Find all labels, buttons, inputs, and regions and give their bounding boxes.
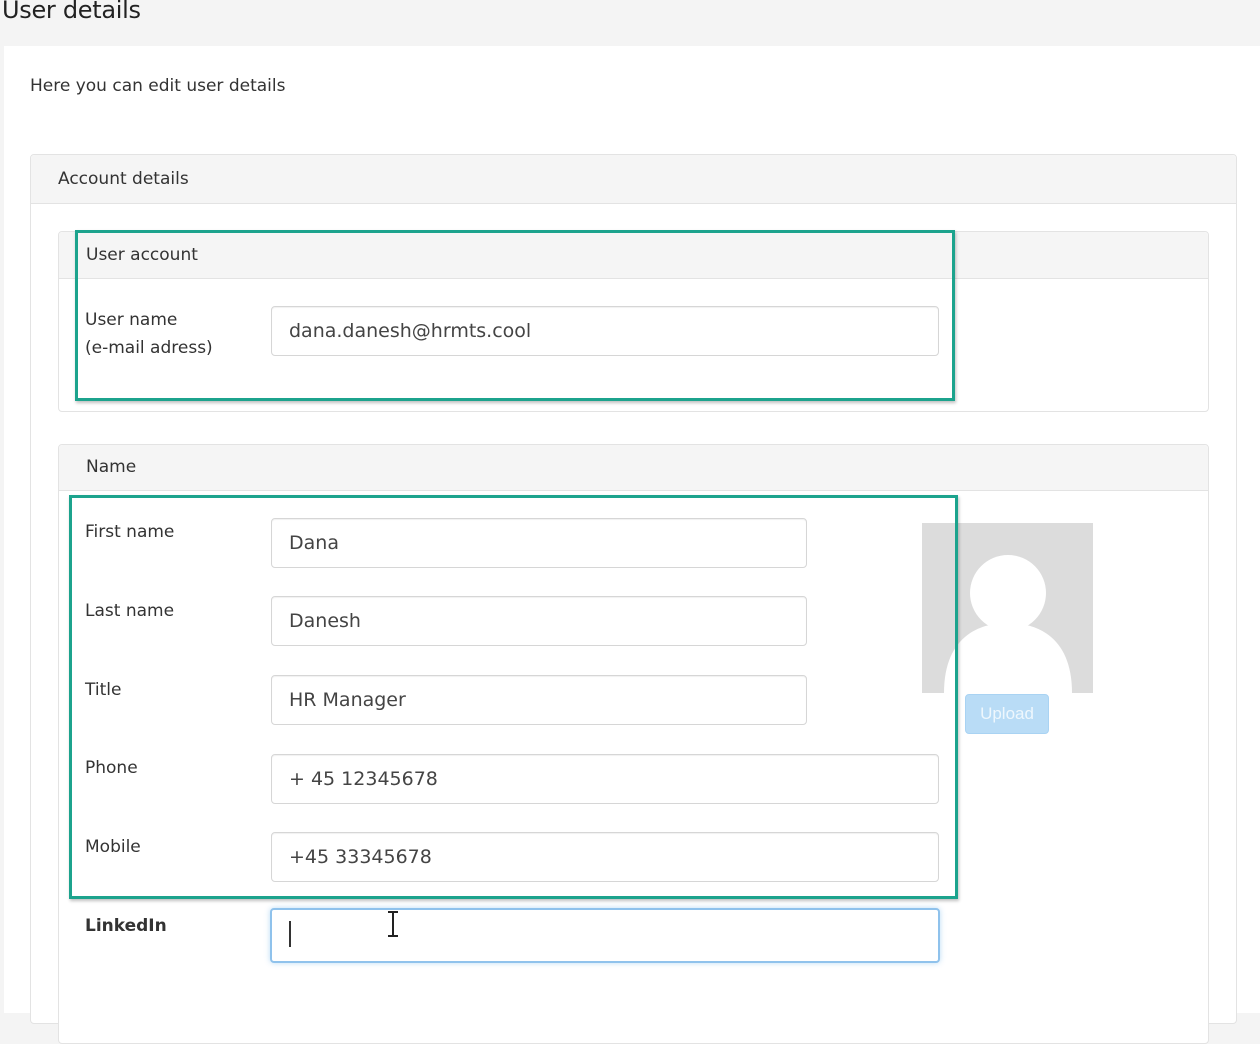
- first-name-value: Dana: [289, 532, 339, 554]
- user-silhouette-icon: [944, 555, 1072, 693]
- upload-button[interactable]: Upload: [965, 694, 1049, 734]
- last-name-value: Danesh: [289, 610, 361, 632]
- input-caret: [289, 921, 291, 947]
- user-account-heading: User account: [59, 232, 1208, 279]
- phone-value: + 45 12345678: [289, 768, 438, 790]
- linkedin-label: LinkedIn: [85, 916, 167, 936]
- username-label-line2: (e-mail adress): [85, 338, 213, 358]
- username-label: User name (e-mail adress): [85, 306, 213, 362]
- linkedin-input[interactable]: [270, 908, 940, 963]
- title-value: HR Manager: [289, 689, 406, 711]
- avatar[interactable]: [922, 523, 1093, 693]
- first-name-input[interactable]: Dana: [271, 518, 807, 568]
- last-name-label: Last name: [85, 601, 175, 621]
- title-label: Title: [85, 680, 122, 700]
- name-heading: Name: [59, 445, 1208, 491]
- content-area: Here you can edit user details Account d…: [4, 46, 1260, 1044]
- text-cursor-icon: [388, 911, 398, 937]
- mobile-value: +45 33345678: [289, 846, 432, 868]
- account-details-heading: Account details: [31, 155, 1236, 204]
- page-title: User details: [2, 0, 141, 24]
- username-input[interactable]: dana.danesh@hrmts.cool: [271, 306, 939, 356]
- mobile-input[interactable]: +45 33345678: [271, 832, 939, 882]
- last-name-input[interactable]: Danesh: [271, 596, 807, 646]
- intro-text: Here you can edit user details: [30, 76, 286, 96]
- username-value: dana.danesh@hrmts.cool: [289, 320, 532, 342]
- mobile-label: Mobile: [85, 837, 141, 857]
- phone-label: Phone: [85, 758, 138, 778]
- phone-input[interactable]: + 45 12345678: [271, 754, 939, 804]
- title-input[interactable]: HR Manager: [271, 675, 807, 725]
- first-name-label: First name: [85, 522, 175, 542]
- username-label-line1: User name: [85, 310, 178, 330]
